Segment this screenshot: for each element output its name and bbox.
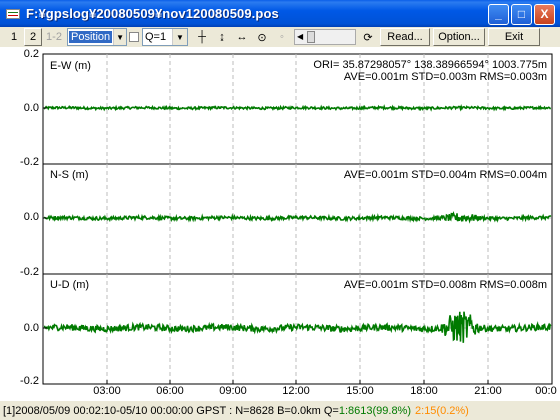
chevron-down-icon: ▼ bbox=[113, 29, 126, 45]
x-tick-label: 12:00 bbox=[282, 385, 310, 397]
plot-area[interactable]: 0.2 0.0 -0.2 0.0 -0.2 0.0 -0.2 E-W (m) O… bbox=[0, 47, 560, 400]
position-series bbox=[43, 104, 551, 112]
status-text: [1]2008/05/09 00:02:10-05/10 00:00:00 GP… bbox=[3, 404, 339, 417]
ns-stats: AVE=0.001m STD=0.004m RMS=0.004m bbox=[343, 169, 547, 181]
status-q2: 2:15(0.2%) bbox=[415, 404, 469, 417]
time-slider[interactable]: ◀ bbox=[294, 29, 356, 45]
quality-select[interactable]: Q=1 ▼ bbox=[142, 28, 188, 46]
x-tick-label: 21:00 bbox=[474, 385, 502, 397]
x-tick-label: 15:00 bbox=[346, 385, 374, 397]
plot-2-button[interactable]: 2 bbox=[24, 28, 42, 46]
ns-plot-label: N-S (m) bbox=[50, 169, 89, 181]
ew-plot-label: E-W (m) bbox=[50, 60, 91, 72]
slider-left-icon[interactable]: ◀ bbox=[297, 32, 303, 41]
ud-stats: AVE=0.001m STD=0.008m RMS=0.008m bbox=[343, 279, 547, 291]
plot-1-button[interactable]: 1 bbox=[6, 28, 22, 46]
ew-stats: AVE=0.001m STD=0.003m RMS=0.003m bbox=[343, 71, 547, 83]
y-tick-label: -0.2 bbox=[20, 375, 39, 387]
close-button[interactable]: X bbox=[534, 4, 555, 25]
origin-icon[interactable]: ◦ bbox=[272, 28, 292, 46]
minimize-button[interactable]: _ bbox=[488, 4, 509, 25]
slider-thumb[interactable] bbox=[307, 31, 315, 43]
x-tick-label: 00:0 bbox=[535, 385, 557, 397]
option-button[interactable]: Option... bbox=[433, 28, 485, 46]
option-checkbox[interactable] bbox=[129, 32, 139, 42]
maximize-button[interactable]: □ bbox=[511, 4, 532, 25]
x-tick-label: 06:00 bbox=[156, 385, 184, 397]
reload-icon[interactable]: ⟳ bbox=[358, 28, 378, 46]
x-tick-label: 09:00 bbox=[219, 385, 247, 397]
ud-plot-label: U-D (m) bbox=[50, 279, 90, 291]
crosshair-icon[interactable]: ┼ bbox=[192, 28, 212, 46]
toolbar: 1 2 1-2 Position ▼ Q=1 ▼ ┼ ↨ ↔ ⊙ ◦ ◀ ⟳ R… bbox=[0, 27, 560, 47]
title-bar: F:¥gpslog¥20080509¥nov120080509.pos _ □ … bbox=[0, 0, 560, 27]
status-q1: 1:8613(99.8%) bbox=[338, 404, 412, 417]
y-tick-label: 0.0 bbox=[23, 211, 39, 223]
plot-type-select[interactable]: Position ▼ bbox=[67, 28, 127, 46]
chevron-down-icon: ▼ bbox=[172, 29, 187, 45]
plot-1-2-button[interactable]: 1-2 bbox=[43, 28, 65, 46]
x-tick-label: 18:00 bbox=[410, 385, 438, 397]
y-tick-label: -0.2 bbox=[20, 156, 39, 168]
origin-readout: ORI= 35.87298057° 138.38966594° 1003.775… bbox=[313, 59, 547, 71]
position-series bbox=[43, 211, 552, 224]
center-point-icon[interactable]: ⊙ bbox=[252, 28, 272, 46]
y-tick-label: 0.0 bbox=[23, 322, 39, 334]
plot-type-value: Position bbox=[69, 31, 113, 43]
position-plots bbox=[42, 53, 553, 385]
status-bar: [1]2008/05/09 00:02:10-05/10 00:00:00 GP… bbox=[0, 400, 560, 420]
window-title: F:¥gpslog¥20080509¥nov120080509.pos bbox=[26, 6, 279, 21]
exit-button[interactable]: Exit bbox=[488, 28, 540, 46]
position-series bbox=[43, 311, 552, 343]
horizontal-fit-icon[interactable]: ↔ bbox=[232, 28, 252, 46]
y-tick-label: -0.2 bbox=[20, 266, 39, 278]
x-tick-label: 03:00 bbox=[93, 385, 121, 397]
quality-value: Q=1 bbox=[145, 31, 167, 43]
read-button[interactable]: Read... bbox=[380, 28, 430, 46]
vertical-fit-icon[interactable]: ↨ bbox=[212, 28, 232, 46]
app-icon bbox=[5, 6, 21, 22]
y-tick-label: 0.0 bbox=[23, 102, 39, 114]
y-tick-label: 0.2 bbox=[23, 48, 39, 60]
